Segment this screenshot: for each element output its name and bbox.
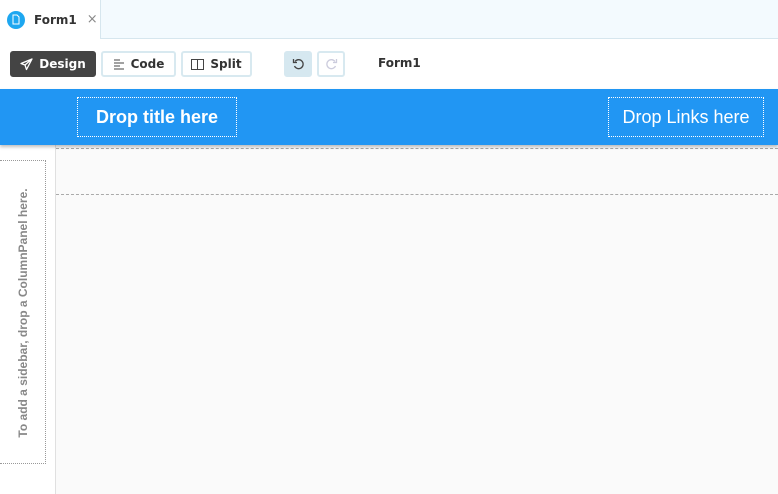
split-label: Split xyxy=(210,57,242,71)
sidebar: To add a sidebar, drop a ColumnPanel her… xyxy=(0,145,56,494)
app-header: Drop title here Drop Links here xyxy=(0,89,778,145)
paper-plane-icon xyxy=(20,57,33,70)
text-lines-icon xyxy=(113,59,124,69)
tab-label: Form1 xyxy=(34,12,77,27)
form-file-icon xyxy=(7,10,25,29)
form-name: Form1 xyxy=(378,56,421,70)
split-columns-icon xyxy=(191,58,205,70)
title-drop-zone[interactable]: Drop title here xyxy=(77,97,237,137)
tab-form1[interactable]: Form1 × xyxy=(0,0,101,39)
sidebar-hint: To add a sidebar, drop a ColumnPanel her… xyxy=(16,188,30,438)
undo-icon xyxy=(292,58,304,69)
undo-button[interactable] xyxy=(284,51,312,77)
design-label: Design xyxy=(39,57,86,71)
code-label: Code xyxy=(130,57,165,71)
tab-bar: Form1 × xyxy=(0,0,778,39)
code-button[interactable]: Code xyxy=(101,51,176,77)
links-drop-zone[interactable]: Drop Links here xyxy=(608,97,764,137)
content-drop-strip[interactable] xyxy=(56,148,778,195)
split-button[interactable]: Split xyxy=(181,51,252,77)
redo-button[interactable] xyxy=(317,51,345,77)
main-content xyxy=(56,145,778,494)
redo-icon xyxy=(325,58,337,69)
design-button[interactable]: Design xyxy=(10,51,96,77)
toolbar: Design Code Split Form1 xyxy=(0,39,778,89)
close-icon[interactable]: × xyxy=(87,12,98,27)
sidebar-drop-zone[interactable]: To add a sidebar, drop a ColumnPanel her… xyxy=(0,160,46,464)
